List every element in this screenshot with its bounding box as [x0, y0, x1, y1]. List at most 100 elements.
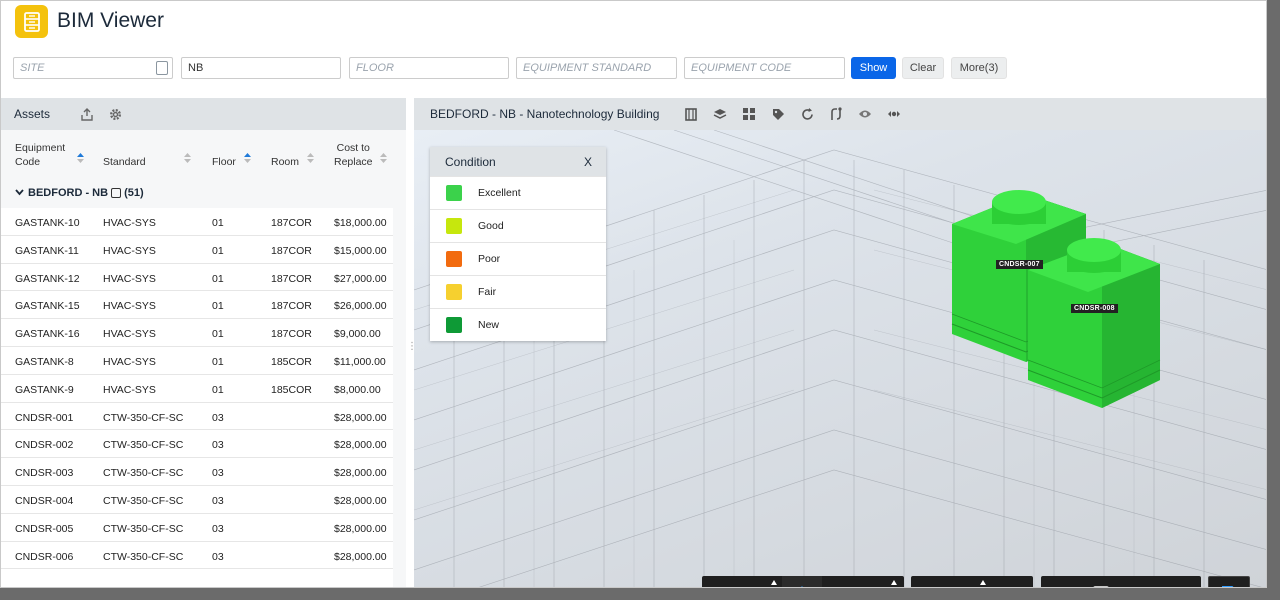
app-window: BIM Viewer SITE NB FLOOR EQUIPMENT STAND… [0, 0, 1267, 588]
cell-floor: 01 [212, 244, 224, 257]
cell-floor: 01 [212, 383, 224, 396]
filter-bar: SITE NB FLOOR EQUIPMENT STANDARD EQUIPME… [13, 57, 1013, 79]
table-row[interactable]: GASTANK-16 HVAC-SYS 01 187COR $9,000.00 [1, 319, 406, 347]
grid-icon[interactable] [740, 105, 758, 123]
tag-icon[interactable] [769, 105, 787, 123]
table-row[interactable]: GASTANK-12 HVAC-SYS 01 187COR $27,000.00 [1, 264, 406, 292]
cell-floor: 01 [212, 355, 224, 368]
scrollbar-track[interactable] [393, 177, 406, 587]
table-row[interactable]: GASTANK-9 HVAC-SYS 01 185COR $8,000.00 [1, 375, 406, 403]
legend-swatch [446, 317, 462, 333]
table-row[interactable]: CNDSR-006 CTW-350-CF-SC 03 $28,000.00 [1, 542, 406, 570]
column-room[interactable]: Room [271, 153, 314, 169]
table-row[interactable]: GASTANK-11 HVAC-SYS 01 187COR $15,000.00 [1, 236, 406, 264]
building-field[interactable]: NB [181, 57, 341, 79]
3d-model-canvas[interactable]: CNDSR-007 CNDSR-008 Condition X Excellen… [414, 130, 1266, 588]
path-icon[interactable] [827, 105, 845, 123]
column-standard[interactable]: Standard [103, 153, 191, 169]
sort-icon[interactable] [380, 153, 387, 167]
settings-button[interactable] [1121, 576, 1161, 588]
equipment-standard-field[interactable]: EQUIPMENT STANDARD [516, 57, 677, 79]
site-field[interactable]: SITE [13, 57, 173, 79]
table-row[interactable]: CNDSR-005 CTW-350-CF-SC 03 $28,000.00 [1, 514, 406, 542]
refresh-icon[interactable] [798, 105, 816, 123]
cell-standard: CTW-350-CF-SC [103, 439, 184, 452]
cell-cost: $28,000.00 [334, 411, 387, 424]
cell-code: GASTANK-10 [15, 217, 80, 229]
bim-viewer: BEDFORD - NB - Nanotechnology Building C… [414, 98, 1266, 588]
legend-item[interactable]: Excellent [430, 176, 606, 209]
asset-rows: GASTANK-10 HVAC-SYS 01 187COR $18,000.00 GAST… [1, 208, 406, 570]
condenser-cndsr-008[interactable] [1026, 230, 1246, 460]
orbit-icon[interactable] [885, 105, 903, 123]
measure-button[interactable] [911, 576, 951, 588]
sort-icon[interactable] [184, 153, 191, 167]
viewer-header: BEDFORD - NB - Nanotechnology Building [414, 98, 1266, 130]
model-tag-label[interactable]: CNDSR-008 [1071, 304, 1118, 313]
table-row[interactable]: GASTANK-15 HVAC-SYS 01 187COR $26,000.00 [1, 291, 406, 320]
camera-button[interactable] [862, 576, 902, 587]
legend-item[interactable]: Poor [430, 242, 606, 275]
pan-button[interactable] [782, 576, 822, 587]
cell-floor: 03 [212, 522, 224, 535]
explode-icon [1001, 586, 1021, 588]
table-row[interactable]: CNDSR-004 CTW-350-CF-SC 03 $28,000.00 [1, 486, 406, 514]
chevron-down-icon[interactable] [15, 187, 24, 199]
equipment-code-field[interactable]: EQUIPMENT CODE [684, 57, 845, 79]
group-row[interactable]: BEDFORD - NB (51) [1, 178, 406, 208]
tag-button[interactable] [1209, 576, 1249, 587]
floor-field[interactable]: FLOOR [349, 57, 509, 79]
show-button[interactable]: Show [851, 57, 896, 79]
cell-code: GASTANK-16 [15, 328, 80, 341]
legend-item[interactable]: New [430, 308, 606, 341]
column-equipment-code[interactable]: Equipment Code [15, 141, 84, 169]
properties-button[interactable] [1081, 576, 1121, 587]
model-browser-button[interactable] [1041, 576, 1081, 587]
app-title: BIM Viewer [57, 9, 164, 32]
model-tag-label[interactable]: CNDSR-007 [996, 260, 1043, 269]
site-picker-icon[interactable] [156, 61, 168, 75]
section-button[interactable] [951, 576, 991, 587]
legend-item[interactable]: Good [430, 209, 606, 242]
table-row[interactable]: GASTANK-10 HVAC-SYS 01 187COR $18,000.00 [1, 208, 406, 236]
export-icon[interactable] [78, 105, 96, 123]
ruler-icon [921, 586, 941, 588]
sort-ascending-icon[interactable] [77, 153, 84, 167]
table-row[interactable]: CNDSR-001 CTW-350-CF-SC 03 $28,000.00 [1, 403, 406, 431]
cell-code: GASTANK-12 [15, 272, 80, 285]
orbit-icon [751, 587, 773, 588]
panel-splitter-handle[interactable]: ⋮ [407, 341, 417, 355]
column-floor[interactable]: Floor [212, 153, 251, 169]
column-cost-to-replace[interactable]: Cost to Replace [334, 141, 387, 169]
settings-icon [1132, 587, 1150, 588]
cell-cost: $26,000.00 [334, 300, 387, 313]
legend-swatch [446, 218, 462, 234]
cell-cost: $11,000.00 [334, 355, 386, 368]
sort-ascending-icon[interactable] [244, 153, 251, 167]
properties-icon [1093, 586, 1109, 587]
sort-icon[interactable] [307, 153, 314, 167]
fullscreen-button[interactable] [1161, 576, 1201, 587]
first-person-button[interactable] [702, 576, 742, 587]
legend-item[interactable]: Fair [430, 275, 606, 308]
legend-close-button[interactable]: X [584, 155, 592, 169]
layers-icon[interactable] [711, 105, 729, 123]
table-row[interactable]: CNDSR-002 CTW-350-CF-SC 03 $28,000.00 [1, 430, 406, 459]
more-button[interactable]: More(3) [951, 57, 1007, 79]
cell-cost: $27,000.00 [334, 272, 387, 285]
dolly-button[interactable] [822, 576, 862, 587]
explode-button[interactable] [991, 576, 1031, 588]
floorplan-icon[interactable] [682, 105, 700, 123]
clear-button[interactable]: Clear [902, 57, 944, 79]
table-row[interactable]: GASTANK-8 HVAC-SYS 01 185COR $11,000.00 [1, 347, 406, 375]
cell-floor: 03 [212, 411, 224, 424]
cell-cost: $28,000.00 [334, 439, 387, 452]
cell-code: CNDSR-004 [15, 494, 74, 507]
gear-icon[interactable] [106, 105, 124, 123]
legend-label: Good [478, 220, 504, 232]
table-row[interactable]: CNDSR-003 CTW-350-CF-SC 03 $28,000.00 [1, 458, 406, 486]
group-checkbox[interactable] [111, 188, 122, 198]
orbit-button[interactable] [742, 576, 782, 588]
cell-standard: CTW-350-CF-SC [103, 467, 184, 480]
view-mode-icon[interactable] [856, 105, 874, 123]
